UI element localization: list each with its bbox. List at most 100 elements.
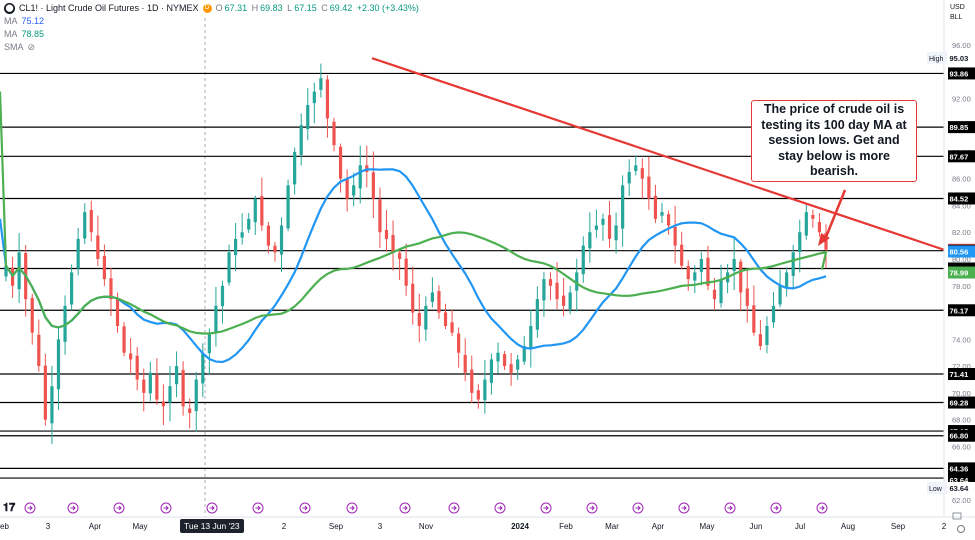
x-tick-label: 3 <box>46 522 51 531</box>
price-tag-value: 80.56 <box>950 248 969 257</box>
candle-body <box>220 285 225 307</box>
candle-body <box>640 168 644 179</box>
candle-body <box>188 408 192 413</box>
candle-body <box>647 176 651 199</box>
x-tick-label: Nov <box>419 522 433 531</box>
price-tag-value: 93.86 <box>950 69 969 78</box>
tradingview-logo-icon[interactable]: 𝟏𝟕 <box>3 502 15 515</box>
candle-body <box>135 355 139 380</box>
price-tag-label: Low <box>929 486 943 493</box>
price-tag-value: 84.52 <box>950 194 969 203</box>
legend-ma1-row[interactable]: MA 75.12 <box>4 15 421 28</box>
candle-body <box>247 218 251 230</box>
legend-symbol-row: ⬤ CL1! · Light Crude Oil Futures · 1D · … <box>4 2 421 15</box>
candle-body <box>338 146 343 179</box>
candle-body <box>529 325 533 350</box>
candle-body <box>791 252 795 276</box>
open-label: O <box>215 3 223 13</box>
price-chart[interactable]: 62.0064.0066.0068.0070.0072.0074.0076.00… <box>0 0 975 535</box>
candle-body <box>325 79 330 119</box>
x-tick-label: 3 <box>378 522 383 531</box>
candle-body <box>115 297 120 326</box>
candle-body <box>798 232 802 253</box>
ma1-label: MA <box>4 16 18 26</box>
x-tick-label: May <box>699 522 714 531</box>
close-label: C <box>321 3 328 13</box>
hidden-eye-icon[interactable]: ⊘ <box>28 41 36 54</box>
symbol-title[interactable]: CL1! · Light Crude Oil Futures · 1D · NY… <box>19 2 199 15</box>
candle-body <box>371 172 375 199</box>
candle-body <box>129 353 133 360</box>
candle-body <box>712 289 717 300</box>
y-tick-label: 78.00 <box>952 282 971 291</box>
candle-body <box>122 326 126 353</box>
date-cursor-label: Tue 13 Jun '23 <box>180 519 244 533</box>
candle-body <box>378 199 382 233</box>
candle-body <box>450 322 454 333</box>
candle-body <box>286 185 290 229</box>
ma2-label: MA <box>4 29 18 39</box>
candle-body <box>293 151 297 185</box>
x-tick-label: May <box>132 522 147 531</box>
annotation-callout[interactable]: The price of crude oil is testing its 10… <box>751 100 917 182</box>
x-tick-label: Sep <box>891 522 906 531</box>
price-tag-value: 69.28 <box>950 399 969 408</box>
candle-body <box>653 195 658 219</box>
candle-body <box>201 352 205 384</box>
x-tick-label: 2 <box>942 522 947 531</box>
price-tag-value: 66.80 <box>950 432 969 441</box>
chart-background <box>0 0 975 535</box>
unit-label: BLL <box>950 14 963 21</box>
candle-body <box>30 297 34 333</box>
low-label: L <box>287 3 293 13</box>
legend-ma2-row[interactable]: MA 78.85 <box>4 28 421 41</box>
candle-body <box>102 255 106 280</box>
legend-sma-row[interactable]: SMA ⊘ <box>4 41 421 54</box>
x-tick-label: Mar <box>605 522 619 531</box>
candle-body <box>588 232 592 249</box>
candle-body <box>168 386 172 403</box>
candle-body <box>181 369 185 407</box>
candle-body <box>778 285 782 305</box>
price-tag-value: 78.99 <box>950 269 969 278</box>
candle-body <box>463 354 467 373</box>
y-tick-label: 74.00 <box>952 335 971 344</box>
candle-body <box>771 305 776 323</box>
candle-body <box>319 78 323 90</box>
candle-body <box>430 292 434 302</box>
candle-body <box>817 221 822 233</box>
sma-label: SMA <box>4 42 24 52</box>
candle-body <box>443 312 448 326</box>
price-tag-value: 71.41 <box>950 370 969 379</box>
candle-body <box>601 218 605 225</box>
candle-body <box>56 339 61 390</box>
low-value: 67.15 <box>294 3 317 13</box>
candle-body <box>253 198 257 223</box>
candle-body <box>384 229 389 239</box>
candle-body <box>43 365 47 420</box>
candle-body <box>417 313 421 326</box>
candle-body <box>555 282 559 300</box>
candle-body <box>752 305 756 333</box>
candle-body <box>758 334 762 347</box>
candle-body <box>621 185 625 229</box>
candle-body <box>699 259 703 272</box>
candle-body <box>352 185 356 196</box>
y-tick-label: 86.00 <box>952 175 971 184</box>
candle-body <box>732 259 736 272</box>
candle-body <box>811 214 815 219</box>
x-tick-label: Aug <box>841 522 855 531</box>
candle-body <box>424 305 428 330</box>
candle-body <box>542 279 546 301</box>
candle-body <box>50 386 54 424</box>
candle-body <box>306 105 310 130</box>
x-tick-label: Feb <box>559 522 573 531</box>
candle-body <box>509 364 513 373</box>
delayed-data-icon[interactable]: D <box>202 4 212 13</box>
candle-body <box>76 238 80 269</box>
price-tag-value: 64.36 <box>950 464 969 473</box>
candle-body <box>686 265 690 280</box>
candle-body <box>437 291 441 313</box>
currency-label: USD <box>950 4 965 11</box>
chart-area[interactable]: 62.0064.0066.0068.0070.0072.0074.0076.00… <box>0 0 975 535</box>
